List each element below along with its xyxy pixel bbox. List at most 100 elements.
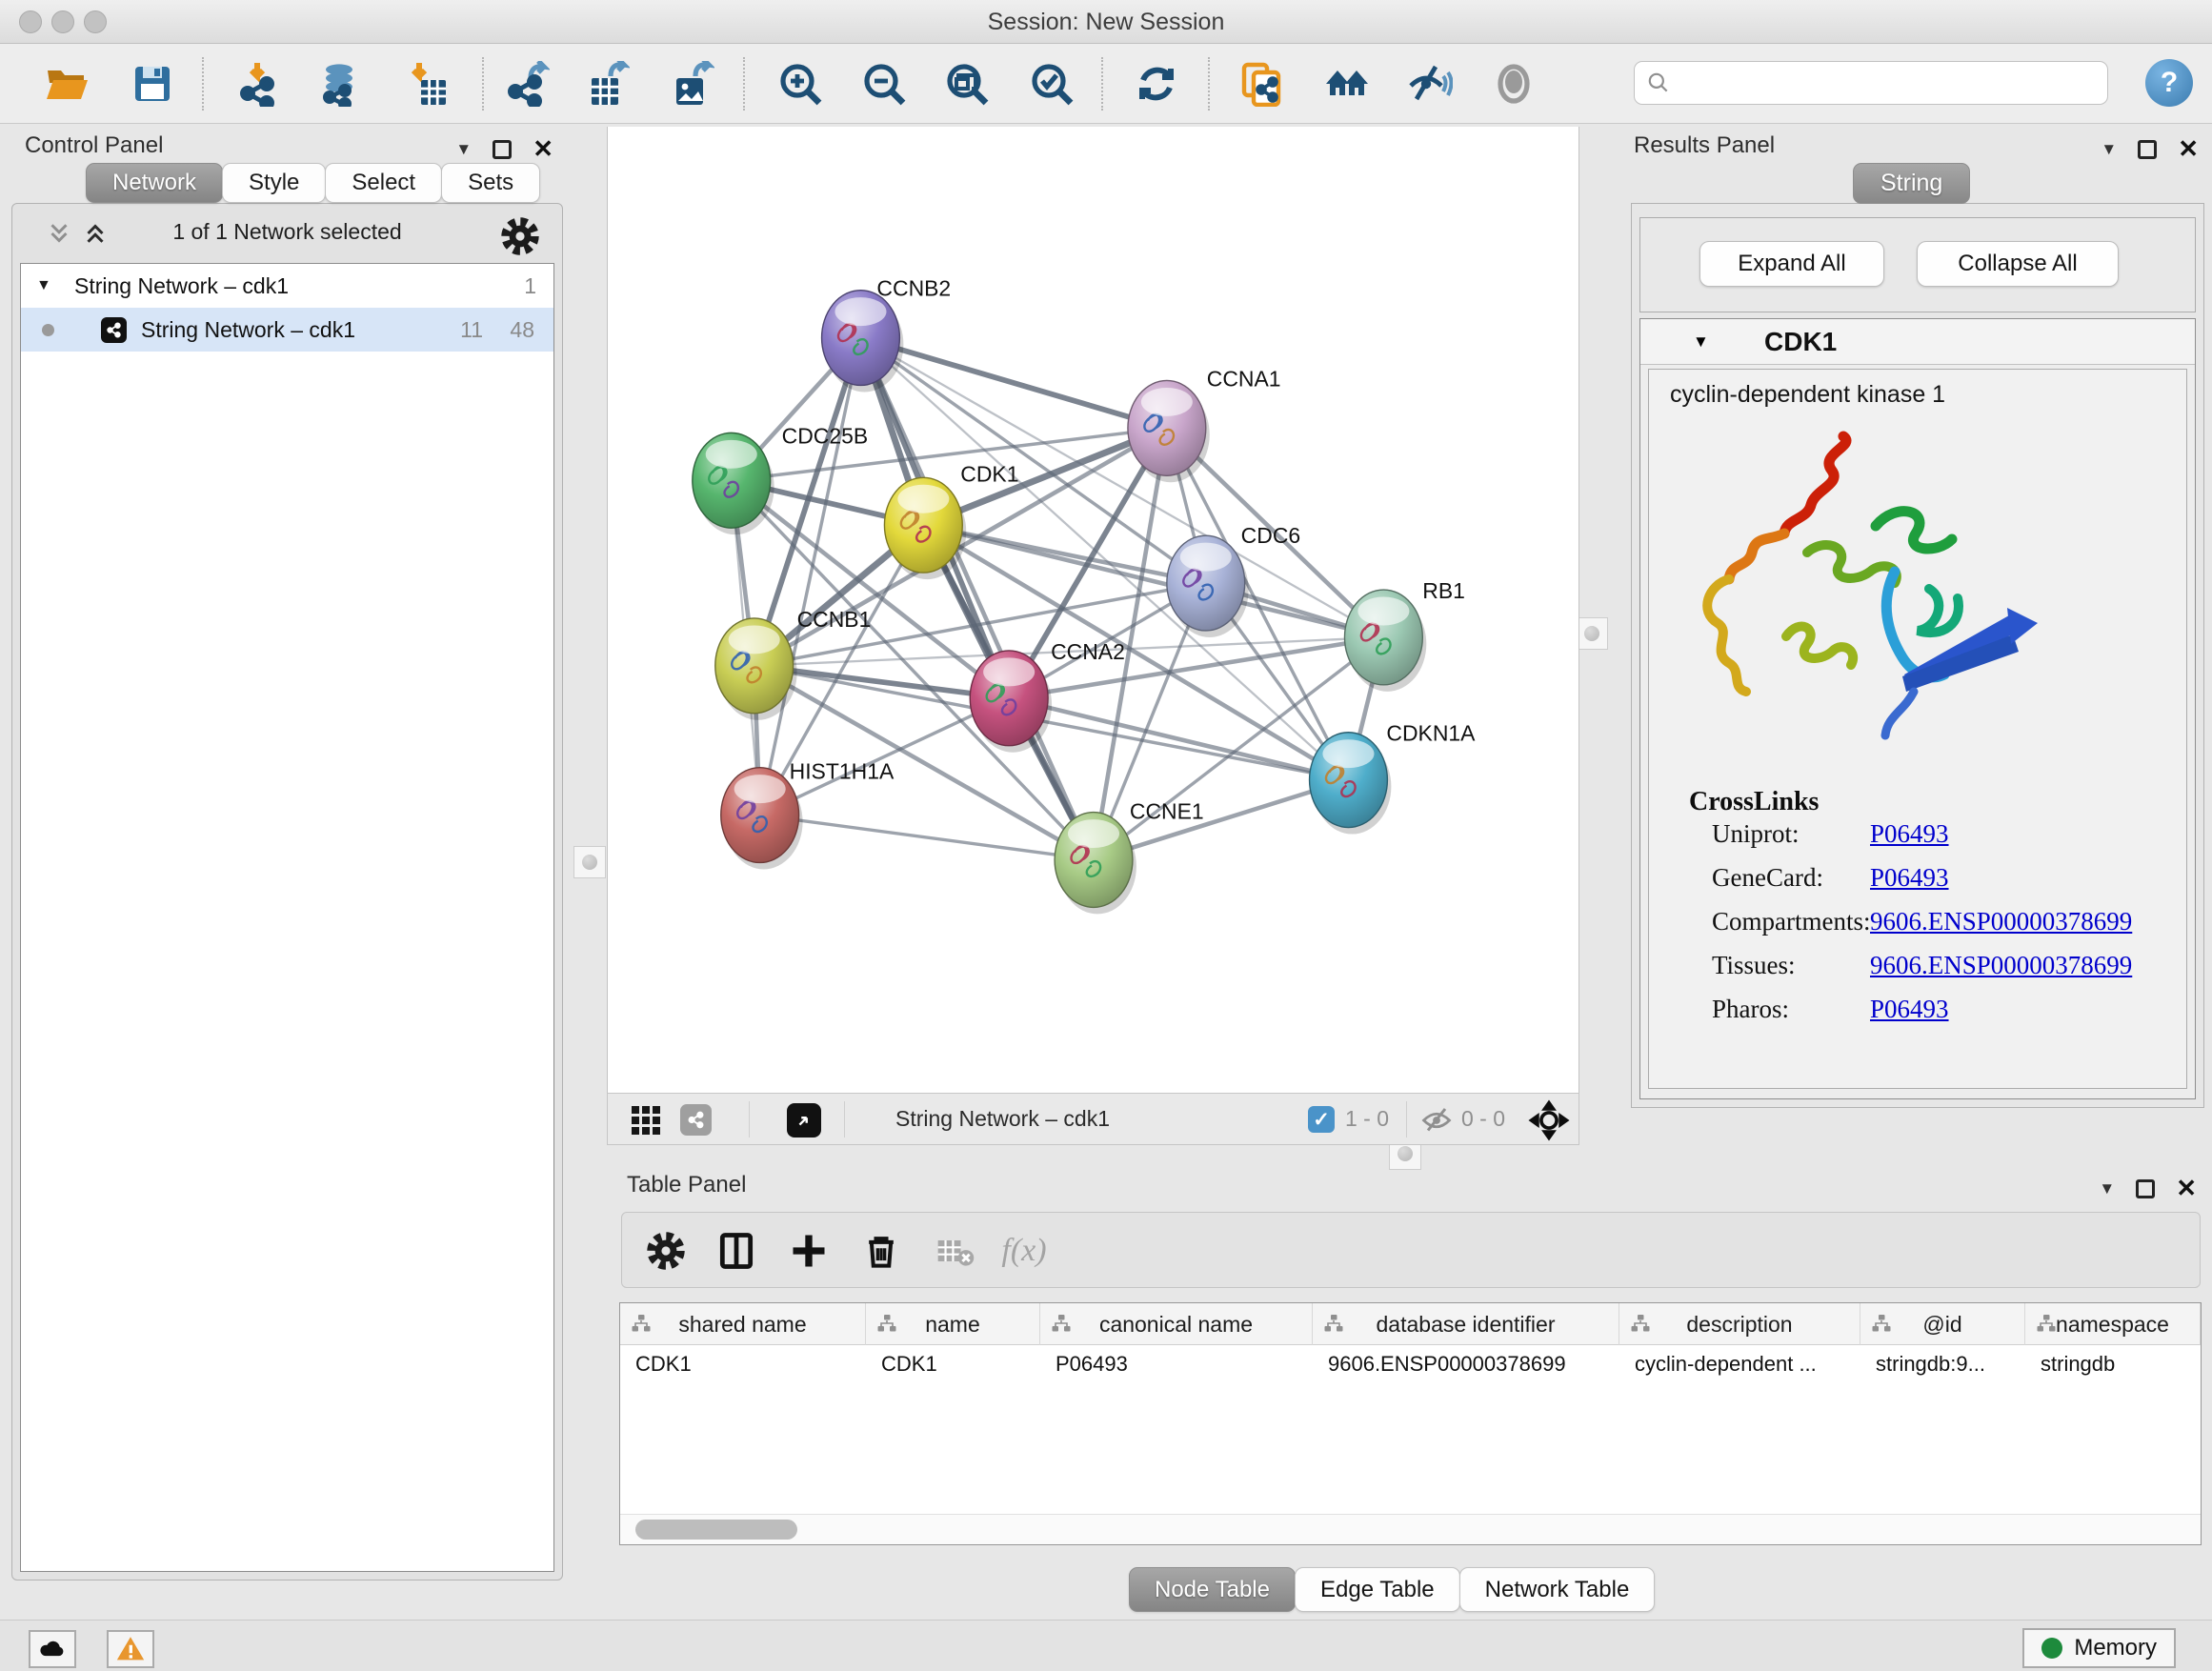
table-cell[interactable]: stringdb:9...	[1860, 1345, 2025, 1387]
scrollbar-thumb[interactable]	[635, 1520, 797, 1540]
float-panel-icon[interactable]	[493, 140, 512, 159]
collection-expand-arrow-icon[interactable]: ▼	[36, 277, 51, 294]
table-row[interactable]: CDK1CDK1P064939606.ENSP00000378699cyclin…	[620, 1345, 2201, 1387]
memory-button[interactable]: Memory	[2022, 1628, 2176, 1668]
warnings-button[interactable]	[107, 1630, 154, 1668]
column-header-sharedname[interactable]: shared name	[620, 1303, 866, 1345]
network-edge[interactable]	[760, 815, 1094, 860]
crosslink-hyperlink[interactable]: 9606.ENSP00000378699	[1870, 907, 2132, 936]
tab-network-table[interactable]: Network Table	[1459, 1567, 1656, 1612]
tab-node-table[interactable]: Node Table	[1129, 1567, 1296, 1612]
right-splitter-handle[interactable]	[1576, 617, 1608, 650]
network-edge[interactable]	[923, 525, 1383, 637]
birdseye-home-icon[interactable]	[1322, 59, 1372, 109]
expand-all-button[interactable]: Expand All	[1699, 241, 1884, 287]
hide-selected-icon[interactable]	[1405, 59, 1455, 109]
open-session-icon[interactable]	[42, 59, 91, 109]
export-network-icon[interactable]	[502, 59, 552, 109]
network-node-CDKN1A[interactable]	[1310, 733, 1392, 835]
close-panel-icon[interactable]: ✕	[2176, 1174, 2197, 1203]
close-panel-icon[interactable]: ✕	[533, 134, 553, 164]
tab-select[interactable]: Select	[325, 163, 442, 203]
crosslink-hyperlink[interactable]: P06493	[1870, 863, 1949, 893]
delete-table-icon[interactable]	[933, 1228, 978, 1274]
network-edge[interactable]	[760, 338, 861, 815]
network-node-CCNB2[interactable]	[822, 291, 904, 393]
function-builder-icon[interactable]: f(x)	[1001, 1228, 1047, 1274]
table-settings-gear-icon[interactable]	[643, 1228, 689, 1274]
tab-network[interactable]: Network	[86, 163, 223, 203]
help-button[interactable]: ?	[2145, 59, 2193, 107]
grid-mode-icon[interactable]	[632, 1106, 660, 1135]
network-collection-row[interactable]: ▼ String Network – cdk1 1	[21, 264, 553, 308]
tab-string-results[interactable]: String	[1853, 163, 1970, 204]
network-options-gear-icon[interactable]	[499, 215, 541, 262]
zoom-in-icon[interactable]	[775, 59, 825, 109]
control-panel-window-icons: ▼ ✕	[455, 134, 553, 164]
close-panel-icon[interactable]: ✕	[2178, 134, 2199, 164]
table-cell[interactable]: cyclin-dependent ...	[1619, 1345, 1860, 1387]
refresh-icon[interactable]	[1132, 59, 1181, 109]
table-cell[interactable]: stringdb	[2025, 1345, 2201, 1387]
column-header-namespace[interactable]: namespace	[2025, 1303, 2201, 1345]
gene-expand-arrow-icon[interactable]: ▼	[1693, 332, 1709, 352]
table-cell[interactable]: CDK1	[866, 1345, 1040, 1387]
tab-sets[interactable]: Sets	[441, 163, 540, 203]
network-node-CCNE1[interactable]	[1055, 813, 1136, 915]
network-edge[interactable]	[860, 338, 1094, 860]
column-header-id[interactable]: @id	[1860, 1303, 2025, 1345]
network-node-CCNB1[interactable]	[715, 618, 797, 720]
save-session-icon[interactable]	[128, 59, 177, 109]
search-input[interactable]	[1634, 61, 2108, 105]
table-cell[interactable]: P06493	[1040, 1345, 1313, 1387]
table-cell[interactable]: 9606.ENSP00000378699	[1313, 1345, 1619, 1387]
cloud-status-button[interactable]	[29, 1630, 76, 1668]
collapse-panel-icon[interactable]: ▼	[2101, 140, 2117, 159]
column-header-name[interactable]: name	[866, 1303, 1040, 1345]
collapse-panel-icon[interactable]: ▼	[2099, 1179, 2115, 1198]
column-header-canonicalname[interactable]: canonical name	[1040, 1303, 1313, 1345]
selected-items-checkbox-icon[interactable]: ✓	[1308, 1106, 1335, 1133]
fit-content-crosshair-icon[interactable]	[1528, 1099, 1570, 1146]
import-table-icon[interactable]	[402, 59, 452, 109]
zoom-selected-icon[interactable]	[1027, 59, 1076, 109]
crosslink-hyperlink[interactable]: P06493	[1870, 819, 1949, 849]
network-node-CCNA1[interactable]	[1128, 380, 1210, 482]
table-horizontal-scrollbar[interactable]	[620, 1514, 2201, 1544]
birdseye-view-icon[interactable]	[787, 1103, 821, 1137]
collapse-panel-icon[interactable]: ▼	[455, 140, 472, 159]
collapse-all-button[interactable]: Collapse All	[1917, 241, 2119, 287]
export-table-icon[interactable]	[582, 59, 632, 109]
network-row[interactable]: String Network – cdk1 11 48	[21, 308, 553, 352]
add-column-icon[interactable]	[786, 1228, 832, 1274]
network-node-CDK1[interactable]	[884, 477, 966, 579]
network-node-RB1[interactable]	[1344, 590, 1426, 692]
network-edge[interactable]	[860, 338, 1166, 429]
zoom-out-icon[interactable]	[859, 59, 909, 109]
show-all-icon[interactable]	[1489, 59, 1538, 109]
network-edge[interactable]	[760, 698, 1009, 815]
hidden-items-eye-slash-icon[interactable]	[1419, 1103, 1454, 1142]
crosslink-hyperlink[interactable]: P06493	[1870, 995, 1949, 1024]
column-header-description[interactable]: description	[1619, 1303, 1860, 1345]
network-node-CCNA2[interactable]	[970, 651, 1052, 753]
float-panel-icon[interactable]	[2136, 1179, 2155, 1198]
table-cell[interactable]: CDK1	[620, 1345, 866, 1387]
tab-style[interactable]: Style	[222, 163, 326, 203]
left-splitter-handle[interactable]	[573, 846, 606, 878]
float-panel-icon[interactable]	[2138, 140, 2157, 159]
import-database-icon[interactable]	[314, 59, 364, 109]
network-view-canvas[interactable]: CCNB2CCNA1CDC25BCDK1CDC6RB1CCNB1CCNA2CDK…	[607, 127, 1579, 1093]
network-node-CDC6[interactable]	[1167, 535, 1249, 637]
delete-column-icon[interactable]	[858, 1228, 904, 1274]
column-header-databaseidentifier[interactable]: database identifier	[1313, 1303, 1619, 1345]
copy-network-icon[interactable]	[1237, 59, 1286, 109]
tab-edge-table[interactable]: Edge Table	[1295, 1567, 1460, 1612]
export-image-icon[interactable]	[667, 59, 716, 109]
show-columns-icon[interactable]	[714, 1228, 759, 1274]
zoom-fit-icon[interactable]	[942, 59, 992, 109]
crosslink-hyperlink[interactable]: 9606.ENSP00000378699	[1870, 951, 2132, 980]
gene-header-row[interactable]: ▼ CDK1	[1640, 319, 2195, 365]
import-network-icon[interactable]	[234, 59, 284, 109]
string-network-type-icon[interactable]	[680, 1104, 712, 1136]
